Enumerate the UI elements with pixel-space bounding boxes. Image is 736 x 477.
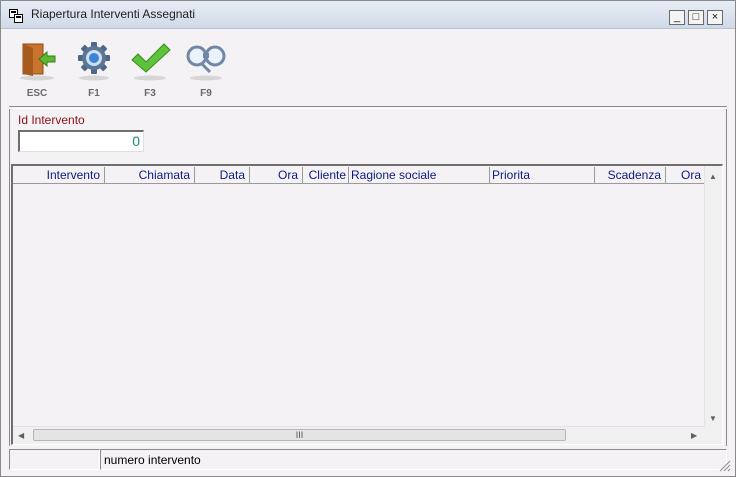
checkmark-icon bbox=[131, 43, 171, 81]
scroll-left-arrow-icon[interactable]: ◀ bbox=[18, 431, 24, 441]
toolbar-label: ESC bbox=[26, 88, 48, 99]
status-message: numero intervento bbox=[104, 453, 201, 467]
toolbar-label: F3 bbox=[144, 88, 156, 99]
minimize-button[interactable]: _ bbox=[669, 10, 685, 25]
resize-grip-icon[interactable] bbox=[717, 458, 731, 472]
maximize-button[interactable]: □ bbox=[688, 10, 704, 25]
column-header-intervento[interactable]: Intervento bbox=[13, 167, 105, 184]
scroll-up-arrow-icon[interactable]: ▲ bbox=[709, 172, 717, 182]
f1-button[interactable]: F1 bbox=[72, 38, 116, 100]
binoculars-icon bbox=[186, 45, 226, 81]
column-header-ragione-sociale[interactable]: Ragione sociale bbox=[349, 167, 490, 184]
toolbar-divider bbox=[9, 106, 727, 107]
f3-button[interactable]: F3 bbox=[128, 38, 172, 100]
window-title: Riapertura Interventi Assegnati bbox=[31, 7, 196, 21]
column-header-scadenza[interactable]: Scadenza bbox=[595, 167, 666, 184]
column-header-priorita[interactable]: Priorita bbox=[490, 167, 595, 184]
id-intervento-input[interactable]: 0 bbox=[18, 130, 144, 152]
gear-icon bbox=[78, 42, 110, 81]
app-window-icon bbox=[9, 9, 23, 23]
exit-door-icon bbox=[20, 43, 56, 81]
panel-border-right bbox=[726, 109, 727, 446]
esc-button[interactable]: ESC bbox=[15, 38, 59, 100]
column-header-cliente[interactable]: Cliente bbox=[303, 167, 349, 184]
close-button[interactable]: × bbox=[707, 10, 723, 25]
status-bar: numero intervento bbox=[9, 449, 727, 470]
horizontal-scrollbar[interactable]: ◀ III ▶ bbox=[13, 426, 705, 444]
id-intervento-label: Id Intervento bbox=[18, 113, 85, 127]
status-cell-message: numero intervento bbox=[100, 449, 727, 470]
app-window: Riapertura Interventi Assegnati _ □ × ES… bbox=[0, 0, 736, 477]
toolbar-label: F1 bbox=[88, 88, 100, 99]
status-cell-left bbox=[9, 449, 100, 470]
column-header-data[interactable]: Data bbox=[195, 167, 250, 184]
interventions-grid[interactable]: Intervento Chiamata Data Ora Cliente Rag… bbox=[11, 164, 723, 445]
scroll-right-arrow-icon[interactable]: ▶ bbox=[691, 431, 697, 441]
scrollbar-corner bbox=[705, 427, 722, 444]
grid-header: Intervento Chiamata Data Ora Cliente Rag… bbox=[13, 167, 705, 184]
scroll-down-arrow-icon[interactable]: ▼ bbox=[709, 414, 717, 424]
column-header-chiamata[interactable]: Chiamata bbox=[105, 167, 195, 184]
column-header-ora-scadenza[interactable]: Ora bbox=[666, 167, 705, 184]
f9-button[interactable]: F9 bbox=[184, 38, 228, 100]
horizontal-scroll-thumb[interactable]: III bbox=[33, 429, 566, 441]
column-header-ora[interactable]: Ora bbox=[250, 167, 303, 184]
title-bar[interactable]: Riapertura Interventi Assegnati _ □ × bbox=[1, 1, 735, 29]
panel-border-left bbox=[9, 109, 10, 446]
vertical-scrollbar[interactable]: ▲ ▼ bbox=[704, 166, 722, 429]
toolbar-label: F9 bbox=[200, 88, 212, 99]
toolbar-divider-highlight bbox=[9, 108, 727, 109]
